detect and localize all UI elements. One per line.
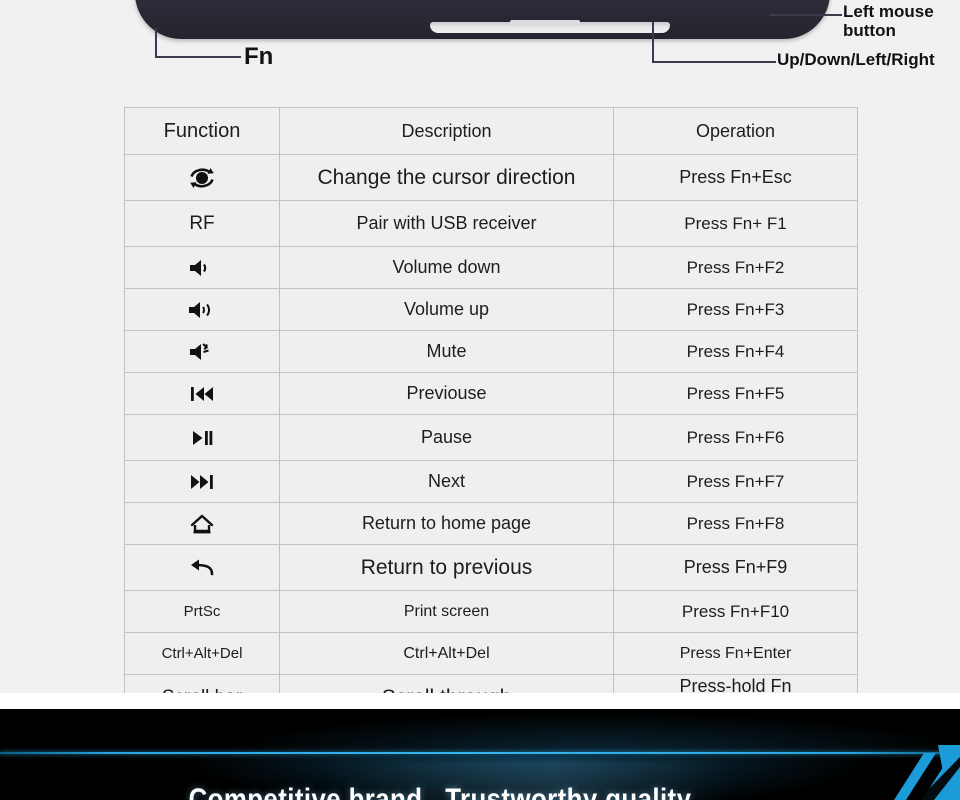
column-header-operation: Operation <box>613 107 858 155</box>
updown-leader-horizontal <box>652 61 776 63</box>
row-description: Return to previous <box>279 544 614 591</box>
callout-label-updown-leftright: Up/Down/Left/Right <box>777 50 935 69</box>
row-description: Print screen <box>279 590 614 633</box>
home-icon <box>124 502 280 545</box>
mute-icon <box>124 330 280 373</box>
row-operation: Press Fn+F5 <box>613 372 858 415</box>
row-description: Volume up <box>279 288 614 331</box>
volume-down-icon <box>124 246 280 289</box>
row-operation: Press Fn+Esc <box>613 154 858 201</box>
table-row: RF Pair with USB receiver Press Fn+ F1 <box>124 200 858 247</box>
table-row: Return to previous Press Fn+F9 <box>124 544 858 591</box>
previous-track-icon <box>124 372 280 415</box>
banner-chevron-graphic <box>860 745 960 800</box>
row-operation: Press Fn+F4 <box>613 330 858 373</box>
volume-up-icon <box>124 288 280 331</box>
row-description: Previouse <box>279 372 614 415</box>
row-operation: Press Fn+F9 <box>613 544 858 591</box>
row-function-label: Ctrl+Alt+Del <box>124 632 280 675</box>
row-operation: Press Fn+F3 <box>613 288 858 331</box>
row-description: Change the cursor direction <box>279 154 614 201</box>
bottom-promo-banner: Competitive brand Trustworthy quality <box>0 709 960 800</box>
fn-leader-vertical <box>155 28 157 58</box>
table-row: Change the cursor direction Press Fn+Esc <box>124 154 858 201</box>
banner-slogan: Competitive brand Trustworthy quality <box>188 783 692 800</box>
fn-leader-horizontal <box>155 56 241 58</box>
table-row: Pause Press Fn+F6 <box>124 414 858 461</box>
table-row: Return to home page Press Fn+F8 <box>124 502 858 545</box>
back-arrow-icon <box>124 544 280 591</box>
table-row: Mute Press Fn+F4 <box>124 330 858 373</box>
row-operation: Press Fn+Enter <box>613 632 858 675</box>
table-row: PrtSc Print screen Press Fn+F10 <box>124 590 858 633</box>
row-description: Next <box>279 460 614 503</box>
row-description: Ctrl+Alt+Del <box>279 632 614 675</box>
row-description: Volume down <box>279 246 614 289</box>
table-row: Ctrl+Alt+Del Ctrl+Alt+Del Press Fn+Enter <box>124 632 858 675</box>
row-operation: Press Fn+F7 <box>613 460 858 503</box>
banner-upper-glow <box>0 709 960 752</box>
play-pause-icon <box>124 414 280 461</box>
table-row: Volume up Press Fn+F3 <box>124 288 858 331</box>
row-operation: Press Fn+F8 <box>613 502 858 545</box>
row-description: Pause <box>279 414 614 461</box>
row-description: Mute <box>279 330 614 373</box>
function-key-table: Function Description Operation Change th… <box>124 107 858 721</box>
row-function-label: RF <box>124 200 280 247</box>
mouse-product-photo <box>135 0 830 39</box>
table-row: Previouse Press Fn+F5 <box>124 372 858 415</box>
row-operation: Press Fn+F2 <box>613 246 858 289</box>
column-header-function: Function <box>124 107 280 155</box>
row-operation: Press Fn+F6 <box>613 414 858 461</box>
table-row: Next Press Fn+F7 <box>124 460 858 503</box>
mouse-button-notch <box>510 20 580 26</box>
next-track-icon <box>124 460 280 503</box>
cursor-direction-icon <box>124 154 280 201</box>
column-header-description: Description <box>279 107 614 155</box>
table-row: Volume down Press Fn+F2 <box>124 246 858 289</box>
row-operation: Press Fn+F10 <box>613 590 858 633</box>
table-header-row: Function Description Operation <box>124 107 858 155</box>
row-operation: Press Fn+ F1 <box>613 200 858 247</box>
row-function-label: PrtSc <box>124 590 280 633</box>
updown-leader-vertical <box>652 22 654 62</box>
callout-label-fn: Fn <box>244 43 274 70</box>
product-photo-area: Fn Left mouse button Up/Down/Left/Right … <box>0 0 960 721</box>
left-mouse-button-leader <box>770 14 842 16</box>
row-description: Return to home page <box>279 502 614 545</box>
row-description: Pair with USB receiver <box>279 200 614 247</box>
section-separator <box>0 693 960 709</box>
callout-label-left-mouse-button: Left mouse button <box>843 2 934 41</box>
